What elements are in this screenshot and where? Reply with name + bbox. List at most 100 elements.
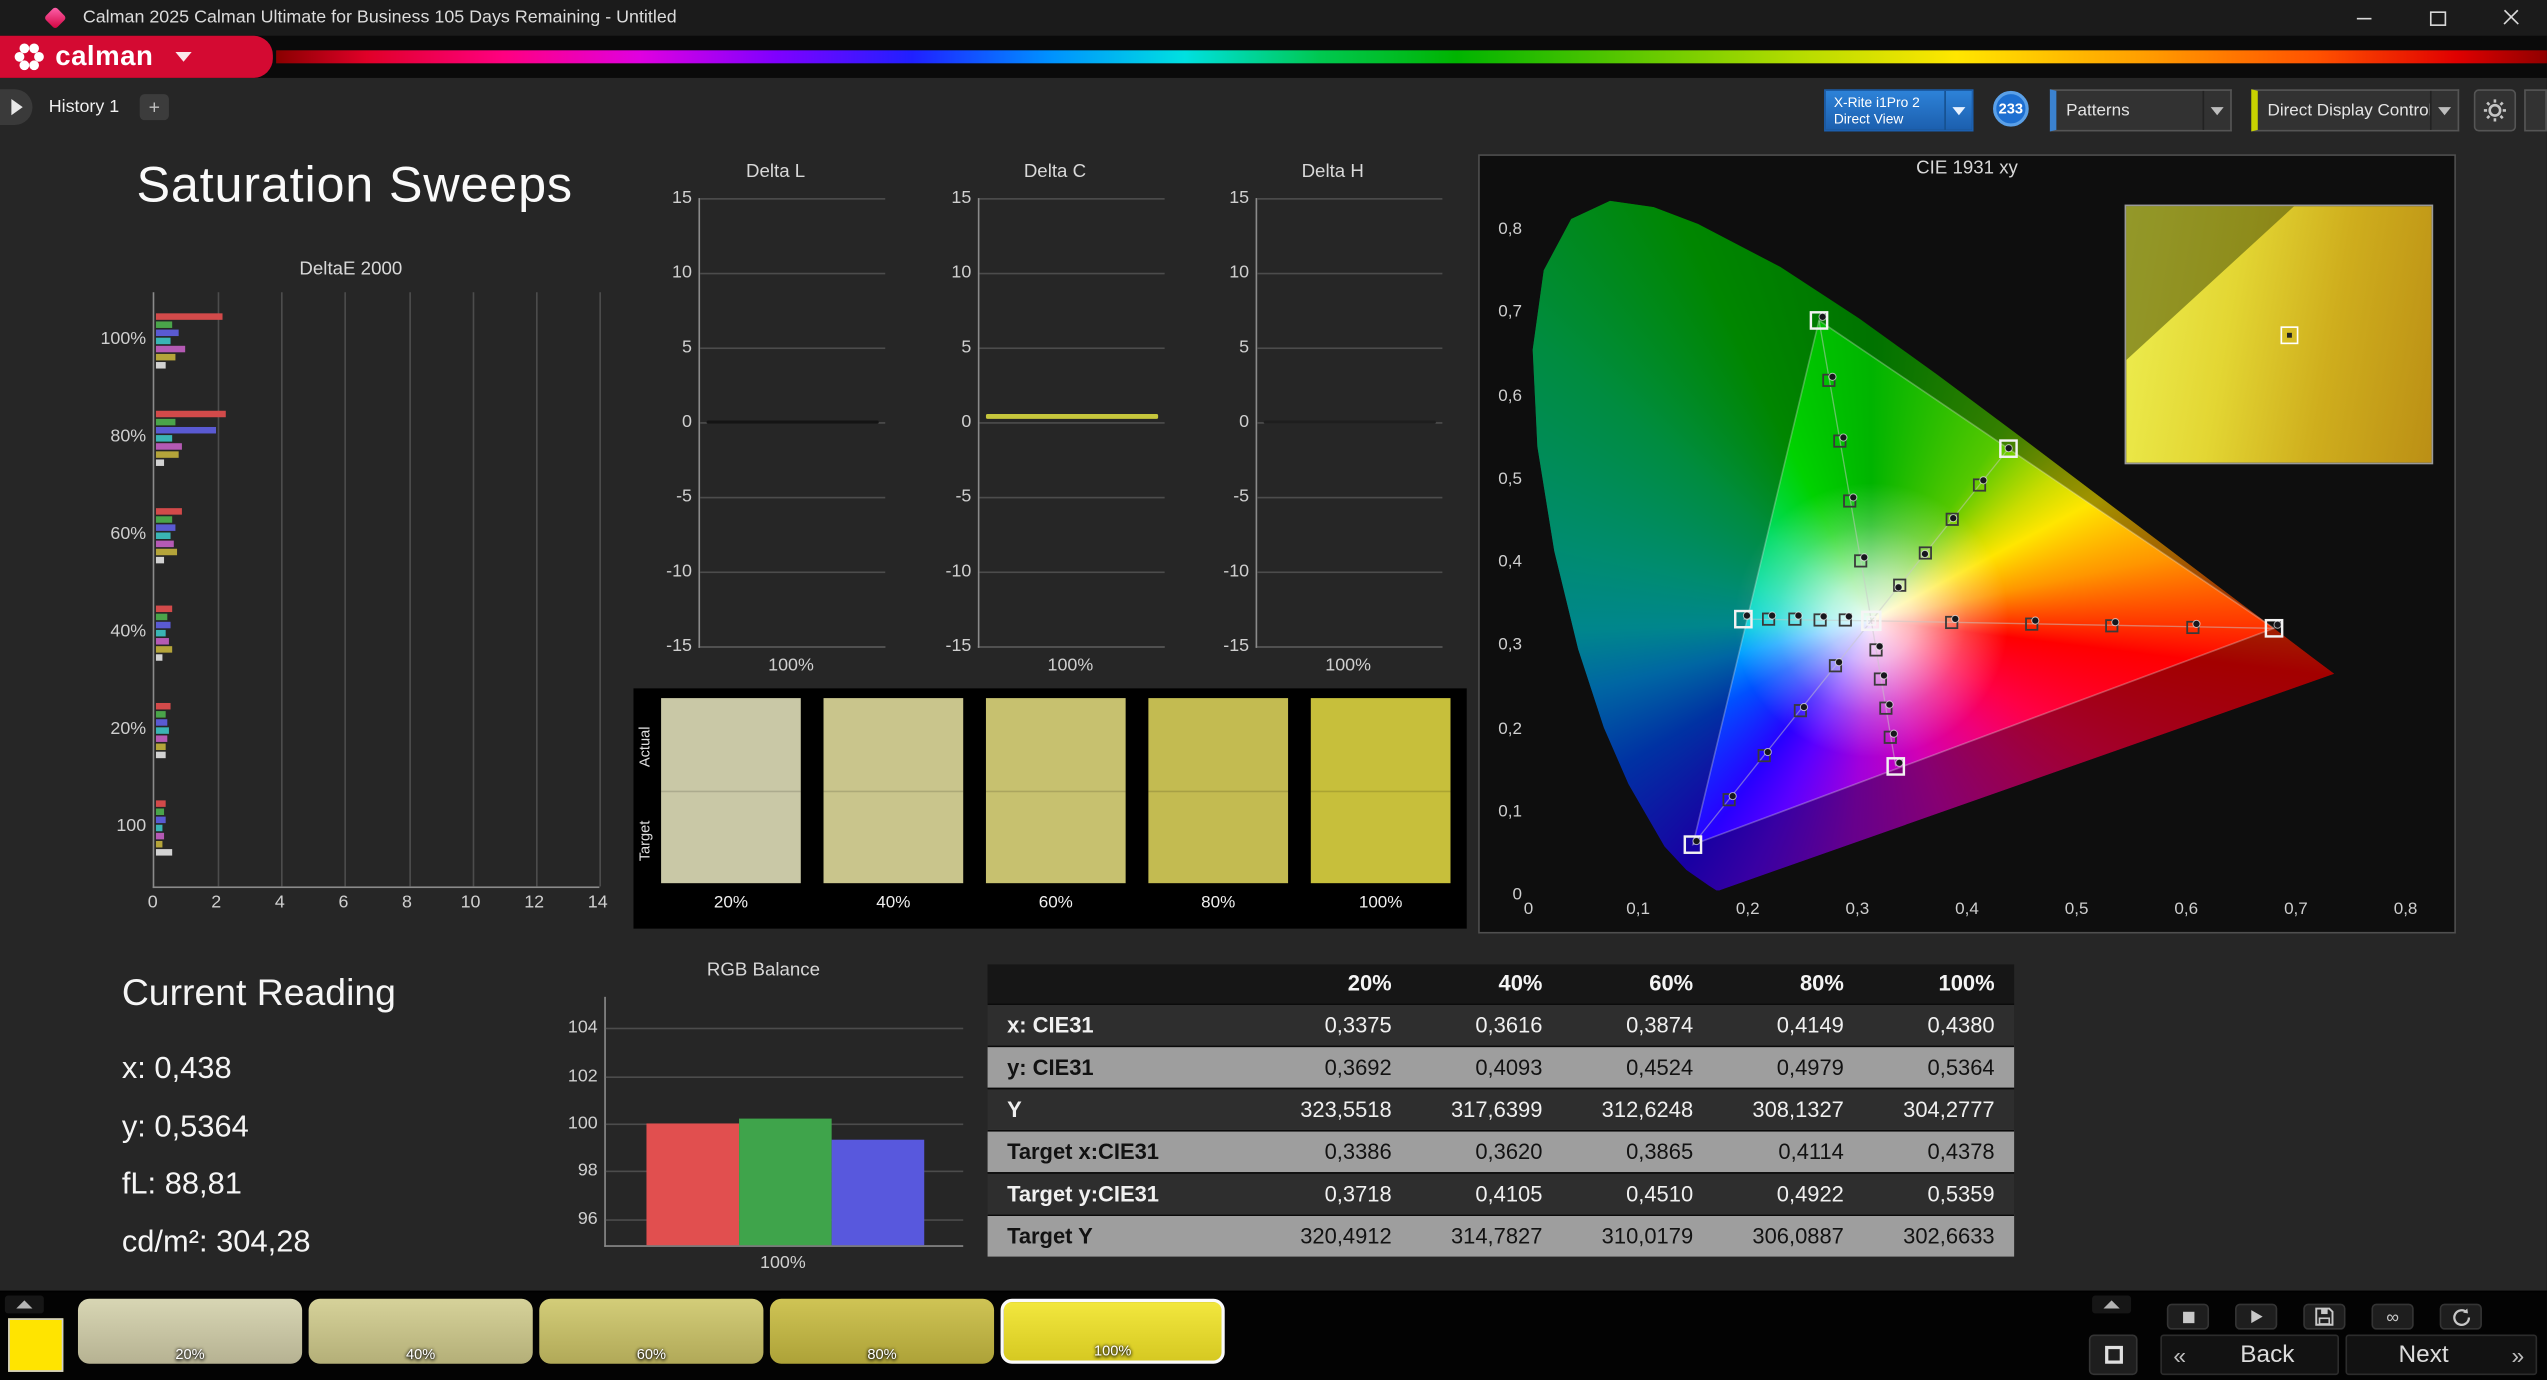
y-tick-label: 10 (672, 263, 692, 283)
bar-green (739, 1118, 832, 1246)
rgb-plot-area (604, 996, 964, 1247)
display-control-dropdown-arrow[interactable] (2429, 90, 2458, 130)
refresh-button[interactable] (2439, 1303, 2482, 1330)
y-tick-label: 102 (567, 1065, 598, 1086)
measurement-table: 20% 40% 60% 80% 100% x: CIE31 0,3375 0,3616 0,38… (987, 964, 2015, 1257)
bar (155, 435, 172, 442)
arrow-right-icon (10, 99, 22, 116)
measured-point-green (1860, 553, 1869, 562)
table-cell: 0,3616 (1475, 1013, 1543, 1038)
gridline (700, 571, 886, 574)
loop-button[interactable] (2371, 1303, 2414, 1330)
bar (155, 418, 175, 426)
maximize-button[interactable] (2401, 0, 2474, 36)
instrument-dropdown[interactable]: X-Rite i1Pro 2 Direct View (1824, 89, 1974, 132)
measured-point-cyan (1768, 611, 1777, 620)
table-cell: 314,7827 (1450, 1224, 1543, 1249)
instrument-dropdown-arrow[interactable] (1944, 90, 1972, 130)
chart-title: RGB Balance (706, 961, 821, 981)
bar (155, 719, 168, 726)
table-header-row: 20% 40% 60% 80% 100% (987, 964, 2015, 1004)
next-button[interactable]: Next » (2345, 1334, 2538, 1376)
y-tick-label: 0,7 (1498, 302, 1522, 322)
x-tick-label: 0,7 (2284, 899, 2308, 919)
expand-transport-button[interactable] (2092, 1295, 2132, 1314)
saturation-swatch-panel: Actual Target 20% 40% 60% 80% 100% (633, 688, 1467, 929)
current-reading-panel: Current Reading x: 0,438 y: 0,5364 fL: 8… (122, 971, 561, 1271)
measured-point-red (2031, 616, 2040, 625)
swatch-80: 80% (1148, 688, 1289, 928)
bar (155, 524, 175, 531)
stop-button[interactable] (2166, 1303, 2210, 1330)
pattern-button-80[interactable]: 80% (769, 1298, 995, 1364)
close-button[interactable] (2474, 0, 2547, 36)
display-control-dropdown[interactable]: Direct Display Control (2251, 89, 2460, 132)
gridline (472, 292, 474, 887)
table-cell: 306,0887 (1752, 1224, 1844, 1249)
play-button[interactable] (2235, 1303, 2278, 1330)
close-icon (2502, 10, 2518, 26)
pattern-button-60[interactable]: 60% (539, 1298, 764, 1364)
measured-point-cyan (1819, 612, 1828, 621)
bar (155, 800, 166, 807)
save-button[interactable] (2303, 1303, 2346, 1330)
swatch-label: 100% (1358, 892, 1403, 913)
x-axis-label: 100% (760, 1253, 806, 1273)
settings-button[interactable] (2473, 89, 2517, 132)
measured-point-blue (1799, 703, 1809, 712)
pattern-button-100[interactable]: 100% (1000, 1298, 1225, 1364)
tab-history-1[interactable]: History 1 (49, 97, 120, 116)
actual-row-label: Actual (636, 726, 653, 768)
y-tick-label: 0,8 (1498, 219, 1522, 239)
bar (155, 816, 166, 824)
maximize-icon (2429, 10, 2446, 26)
table-cell: 0,4105 (1475, 1181, 1543, 1207)
bar (155, 702, 171, 710)
add-tab-button[interactable]: + (139, 94, 169, 121)
window-icon (2104, 1345, 2123, 1364)
sweep-line-green (1818, 320, 1872, 621)
sidebar-expand-button[interactable] (0, 89, 33, 126)
meter-status-badge[interactable]: 233 (1993, 90, 2029, 127)
bar (155, 727, 169, 734)
y-tick-label: 0,1 (1498, 801, 1522, 822)
patterns-dropdown[interactable]: Patterns (2049, 89, 2232, 132)
expand-patterns-left-button[interactable] (4, 1295, 44, 1314)
y-tick-label: 10 (1229, 263, 1250, 283)
chart-title: DeltaE 2000 (299, 259, 403, 280)
swatch-color (661, 698, 801, 884)
pattern-window-button[interactable] (2088, 1334, 2138, 1376)
gridline (979, 272, 1165, 275)
table-cell: 304,2777 (1903, 1097, 1995, 1122)
gridline (979, 571, 1165, 574)
target-row-label: Target (636, 820, 653, 862)
pattern-button-20[interactable]: 20% (77, 1298, 303, 1364)
pattern-button-40[interactable]: 40% (308, 1298, 533, 1364)
table-row-label: Target y:CIE31 (1007, 1181, 1159, 1207)
reading-fl: fL: 88,81 (121, 1167, 242, 1202)
calman-logo-menu[interactable]: calman (0, 35, 273, 78)
table-cell: 0,3620 (1475, 1139, 1543, 1165)
current-reading-title: Current Reading (121, 970, 396, 1014)
titlebar: Calman 2025 Calman Ultimate for Business… (0, 0, 2547, 36)
sweep-line-yellow (1870, 448, 2009, 622)
patterns-dropdown-arrow[interactable] (2202, 90, 2231, 130)
y-tick-label: 0,5 (1498, 468, 1522, 489)
bar (155, 540, 174, 548)
table-row-label: Target Y (1007, 1224, 1093, 1249)
table-cell: 0,4380 (1927, 1013, 1995, 1038)
panel-toggle-button[interactable] (2524, 89, 2547, 132)
page-title: Saturation Sweeps (136, 155, 573, 213)
y-tick-label: 0 (961, 412, 972, 432)
y-tick-label: 100 (116, 816, 147, 837)
calman-app: Calman 2025 Calman Ultimate for Business… (0, 0, 2547, 1380)
pattern-label: 60% (636, 1345, 666, 1363)
back-button[interactable]: « Back (2160, 1334, 2339, 1376)
bar (155, 548, 177, 556)
gridline (700, 272, 886, 275)
bar (155, 321, 172, 328)
table-row: y: CIE31 0,3692 0,4093 0,4524 0,4979 0,5364 (987, 1045, 2015, 1088)
minimize-button[interactable] (2328, 0, 2401, 36)
gridline (700, 198, 886, 200)
y-tick-label: -5 (1233, 487, 1250, 507)
